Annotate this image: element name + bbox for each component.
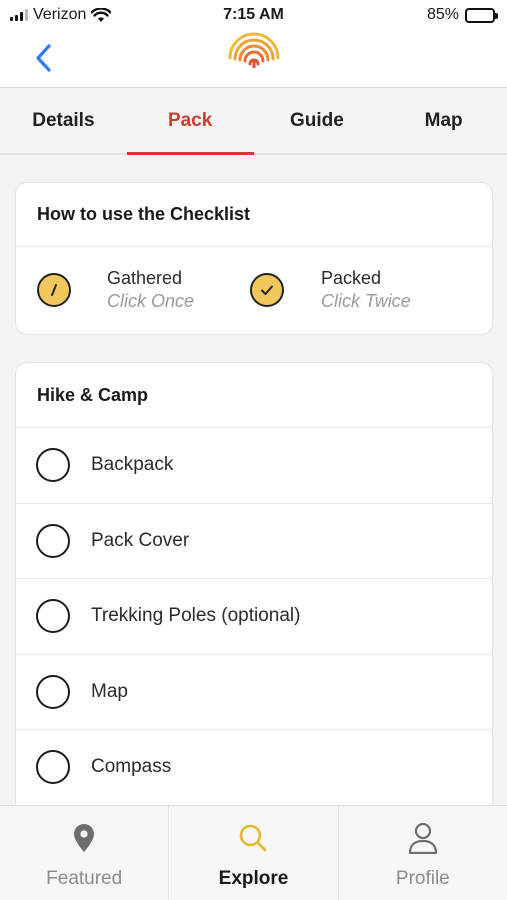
item-label: Pack Cover — [91, 529, 190, 551]
checkbox[interactable] — [36, 674, 70, 709]
checkbox[interactable] — [36, 599, 70, 634]
signal-icon — [10, 9, 28, 21]
map-pin-icon — [73, 820, 95, 856]
nav-explore-label: Explore — [218, 868, 289, 889]
gathered-slash-icon — [37, 273, 71, 307]
list-item[interactable]: Pack Cover — [16, 504, 492, 579]
packed-label: Packed — [321, 268, 382, 288]
legend-packed-text: Packed Click Twice — [321, 267, 411, 313]
status-bar: Verizon 7:15 AM 85% — [0, 0, 507, 30]
tab-map[interactable]: Map — [380, 88, 507, 153]
status-right: 85% — [426, 6, 498, 24]
list-item[interactable]: Backpack — [16, 428, 492, 504]
checkbox[interactable] — [36, 448, 70, 483]
hike-camp-card: Hike & Camp Backpack Pack Cover Trekking… — [15, 362, 493, 822]
wifi-icon — [91, 7, 112, 22]
list-item[interactable]: Map — [16, 655, 492, 730]
tab-bar: Details Pack Guide Map — [0, 88, 507, 155]
item-label: Compass — [91, 756, 172, 778]
packed-hint: Click Twice — [321, 291, 411, 311]
legend-gathered: Gathered Click Once — [37, 267, 194, 313]
legend-packed: Packed Click Twice — [250, 267, 411, 313]
search-icon — [238, 820, 268, 856]
checklist-howto-card: How to use the Checklist Gathered Click … — [15, 182, 493, 335]
howto-title: How to use the Checklist — [16, 183, 492, 247]
gathered-hint: Click Once — [107, 291, 195, 311]
checkbox[interactable] — [36, 750, 70, 785]
nav-explore[interactable]: Explore — [168, 806, 337, 900]
checkbox[interactable] — [36, 523, 70, 558]
list-item[interactable]: Trekking Poles (optional) — [16, 579, 492, 655]
nav-profile-label: Profile — [395, 868, 450, 889]
packed-checkmark-icon — [250, 273, 285, 307]
person-icon — [408, 820, 438, 856]
battery-icon — [465, 7, 498, 23]
list-item[interactable]: Compass — [16, 730, 492, 806]
nav-featured[interactable]: Featured — [0, 806, 168, 900]
chevron-left-icon — [36, 44, 51, 72]
carrier-label: Verizon — [33, 6, 87, 23]
tab-guide[interactable]: Guide — [254, 88, 381, 153]
battery-percent: 85% — [426, 6, 459, 23]
item-label: Backpack — [91, 454, 174, 476]
gathered-label: Gathered — [107, 268, 183, 288]
app-header — [0, 30, 507, 88]
nav-featured-label: Featured — [46, 868, 123, 889]
item-label: Map — [91, 680, 128, 702]
nav-profile[interactable]: Profile — [337, 806, 507, 900]
tab-pack[interactable]: Pack — [126, 88, 254, 155]
item-label: Trekking Poles (optional) — [91, 605, 301, 627]
legend: Gathered Click Once Packed Click Twice — [16, 247, 492, 333]
tab-details[interactable]: Details — [0, 88, 127, 153]
section-title: Hike & Camp — [16, 363, 492, 428]
legend-gathered-text: Gathered Click Once — [107, 267, 194, 313]
status-left: Verizon — [10, 6, 112, 24]
back-button[interactable] — [28, 40, 58, 76]
fingerprint-logo — [228, 32, 280, 68]
bottom-nav: Featured Explore Profile — [0, 805, 507, 900]
